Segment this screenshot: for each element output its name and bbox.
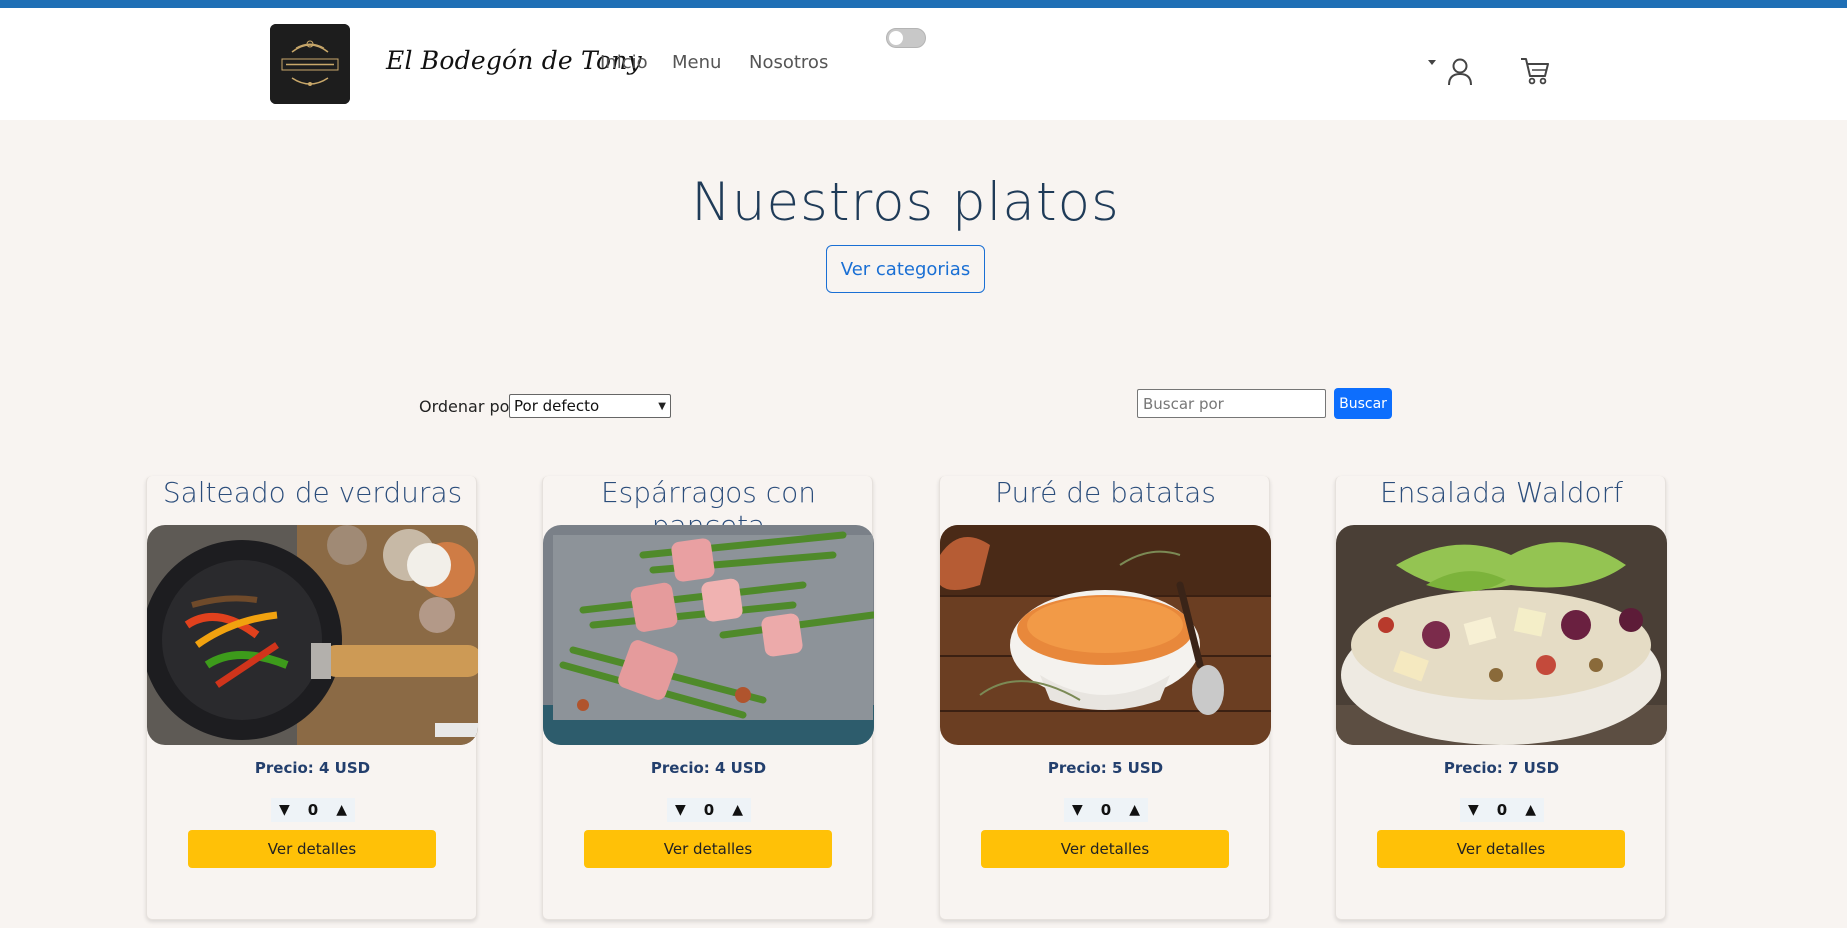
quantity-stepper: ▼ 0 ▲ bbox=[667, 798, 751, 822]
up-arrow-icon[interactable]: ▲ bbox=[732, 803, 743, 817]
dish-image bbox=[147, 525, 478, 745]
dish-card: Ensalada Waldorf Precio: 7 USD ▼ 0 ▲ Ver… bbox=[1335, 476, 1667, 920]
chevron-down-icon: ▼ bbox=[658, 400, 666, 412]
view-details-button[interactable]: Ver detalles bbox=[584, 830, 832, 868]
nav-link-nosotros[interactable]: Nosotros bbox=[749, 52, 828, 73]
top-accent-stripe bbox=[0, 0, 1847, 8]
dish-price: Precio: 4 USD bbox=[254, 759, 371, 777]
theme-toggle[interactable] bbox=[886, 28, 926, 48]
quantity-stepper: ▼ 0 ▲ bbox=[1460, 798, 1544, 822]
dish-title: Ensalada Waldorf bbox=[1379, 476, 1624, 509]
dish-price: Precio: 4 USD bbox=[650, 759, 767, 777]
dish-price: Precio: 7 USD bbox=[1443, 759, 1560, 777]
dish-image bbox=[940, 525, 1271, 745]
search-input[interactable] bbox=[1137, 389, 1326, 418]
view-details-button[interactable]: Ver detalles bbox=[188, 830, 436, 868]
navbar: El Bodegón de Tony Inicio Menu Nosotros bbox=[0, 8, 1847, 120]
dish-price: Precio: 5 USD bbox=[1047, 759, 1164, 777]
quantity-value: 0 bbox=[1496, 801, 1508, 819]
logo-emblem-icon bbox=[270, 24, 350, 104]
quantity-stepper: ▼ 0 ▲ bbox=[1064, 798, 1148, 822]
nav-link-menu[interactable]: Menu bbox=[672, 52, 721, 73]
cart-icon[interactable] bbox=[1520, 57, 1550, 85]
down-arrow-icon[interactable]: ▼ bbox=[1072, 803, 1083, 817]
quantity-value: 0 bbox=[307, 801, 319, 819]
user-icon[interactable] bbox=[1447, 58, 1473, 86]
sort-select[interactable]: Por defecto ▼ bbox=[509, 394, 671, 418]
user-dropdown-caret-icon[interactable] bbox=[1428, 60, 1436, 65]
up-arrow-icon[interactable]: ▲ bbox=[1525, 803, 1536, 817]
view-categories-button[interactable]: Ver categorias bbox=[826, 245, 985, 293]
view-details-button[interactable]: Ver detalles bbox=[1377, 830, 1625, 868]
dish-image bbox=[543, 525, 874, 745]
restaurant-logo[interactable] bbox=[270, 24, 350, 104]
nav-link-inicio[interactable]: Inicio bbox=[600, 52, 648, 73]
down-arrow-icon[interactable]: ▼ bbox=[675, 803, 686, 817]
view-details-button[interactable]: Ver detalles bbox=[981, 830, 1229, 868]
dish-card: Salteado de verduras Precio: 4 USD ▼ 0 ▲… bbox=[146, 476, 478, 920]
toggle-knob bbox=[889, 31, 903, 45]
down-arrow-icon[interactable]: ▼ bbox=[1468, 803, 1479, 817]
up-arrow-icon[interactable]: ▲ bbox=[336, 803, 347, 817]
dish-image bbox=[1336, 525, 1667, 745]
dish-title: Salteado de verduras bbox=[162, 476, 463, 509]
sort-select-value: Por defecto bbox=[514, 397, 600, 415]
quantity-value: 0 bbox=[1100, 801, 1112, 819]
up-arrow-icon[interactable]: ▲ bbox=[1129, 803, 1140, 817]
dish-card: Espárragos con panceta Precio: 4 US bbox=[542, 476, 874, 920]
down-arrow-icon[interactable]: ▼ bbox=[279, 803, 290, 817]
dish-title: Puré de batatas bbox=[995, 476, 1216, 509]
sort-label: Ordenar por: bbox=[419, 397, 522, 416]
dish-card: Puré de batatas Precio: 5 USD ▼ 0 ▲ Ver … bbox=[939, 476, 1271, 920]
page-title: Nuestros platos bbox=[691, 172, 1120, 233]
search-button[interactable]: Buscar bbox=[1334, 388, 1392, 419]
quantity-value: 0 bbox=[703, 801, 715, 819]
quantity-stepper: ▼ 0 ▲ bbox=[271, 798, 355, 822]
